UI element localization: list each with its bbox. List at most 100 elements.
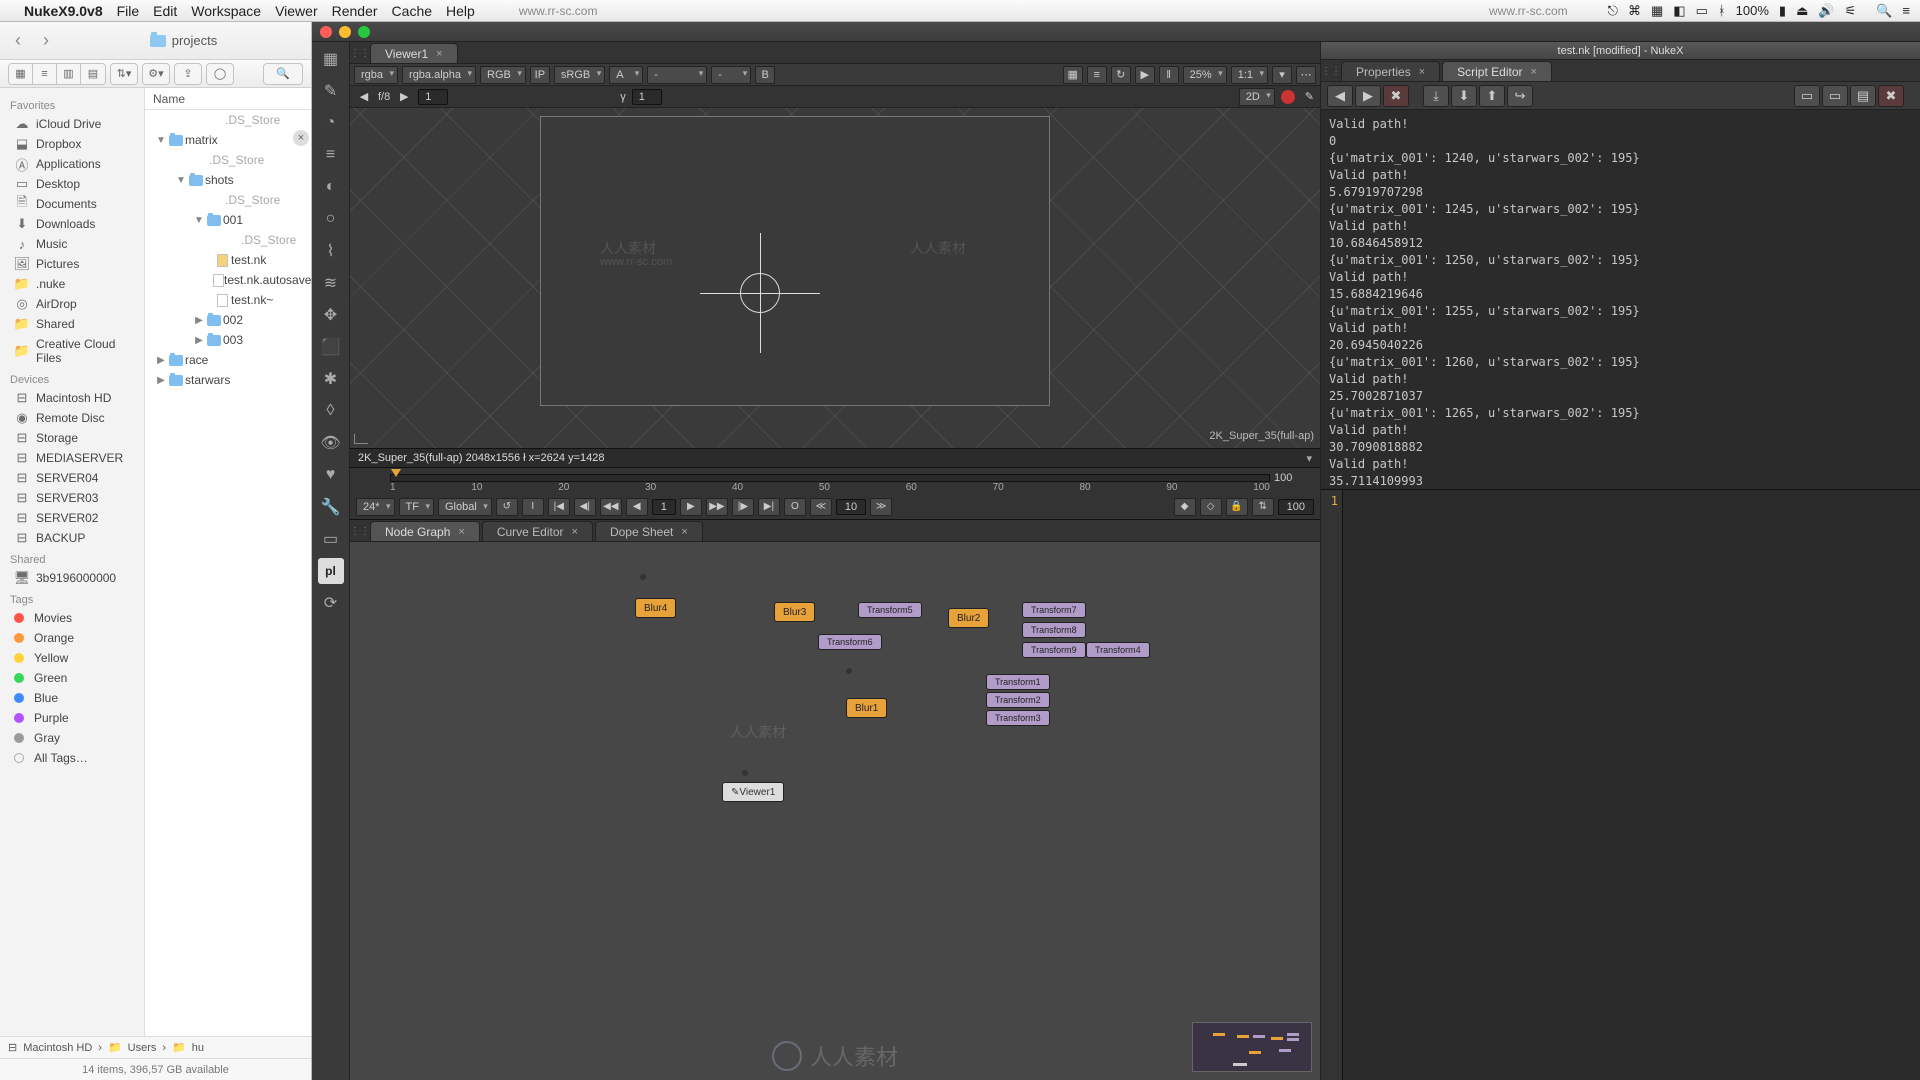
tool-toolsets-icon[interactable]: 🔧: [318, 494, 344, 520]
b-slot-dropdown[interactable]: -: [711, 66, 751, 84]
menu-workspace[interactable]: Workspace: [191, 3, 261, 19]
step-field[interactable]: 10: [836, 499, 866, 515]
show-output-icon[interactable]: ▭: [1794, 85, 1820, 107]
sidebar-item-icloud[interactable]: ☁iCloud Drive: [0, 114, 144, 134]
step-forward-frame-icon[interactable]: |▶: [732, 498, 754, 516]
menu-render[interactable]: Render: [332, 3, 378, 19]
tool-particles-icon[interactable]: ✱: [318, 366, 344, 392]
pause-icon[interactable]: ‖: [1159, 66, 1179, 84]
tab-properties[interactable]: Properties×: [1341, 61, 1440, 81]
folder-starwars[interactable]: ▶starwars: [145, 370, 311, 390]
sidebar-tag[interactable]: Blue: [0, 688, 144, 708]
battery-icon[interactable]: ▮: [1779, 3, 1786, 19]
action-button[interactable]: ⚙▾: [142, 63, 170, 85]
tool-deep-icon[interactable]: ◊: [318, 398, 344, 424]
load-script-icon[interactable]: ⬇: [1451, 85, 1477, 107]
prev-script-icon[interactable]: ◀: [1327, 85, 1353, 107]
ratio-dropdown[interactable]: 1:1: [1231, 66, 1268, 84]
tab-drag-handle[interactable]: ⋮⋮: [354, 43, 366, 63]
show-both-icon[interactable]: ▤: [1850, 85, 1876, 107]
chevron-down-icon[interactable]: ▾: [1306, 452, 1312, 465]
node-blur4[interactable]: Blur4: [635, 598, 676, 618]
tab-script-editor[interactable]: Script Editor×: [1442, 61, 1552, 81]
script-editor-area[interactable]: [1343, 490, 1920, 1080]
icon-view-button[interactable]: ▦: [9, 64, 33, 84]
sidebar-tag[interactable]: Yellow: [0, 648, 144, 668]
mode-dropdown[interactable]: 2D: [1239, 88, 1275, 106]
sidebar-tag[interactable]: Movies: [0, 608, 144, 628]
tab-drag-handle[interactable]: ⋮⋮: [354, 521, 366, 541]
step-back-frame-icon[interactable]: ◀|: [574, 498, 596, 516]
in-point-button[interactable]: I: [522, 498, 544, 516]
sidebar-item-server02[interactable]: ⊟SERVER02: [0, 508, 144, 528]
folder-race[interactable]: ▶race: [145, 350, 311, 370]
node-transform8[interactable]: Transform8: [1022, 622, 1086, 638]
wifi-icon[interactable]: ⚟: [1845, 3, 1857, 19]
tray-icon[interactable]: ⎋: [1608, 3, 1618, 19]
script-input[interactable]: 1: [1321, 490, 1920, 1080]
node-transform6[interactable]: Transform6: [818, 634, 882, 650]
tags-button[interactable]: ◯: [206, 63, 234, 85]
layer-dropdown[interactable]: rgba: [354, 66, 398, 84]
timeline-track[interactable]: [390, 474, 1270, 482]
node-transform4[interactable]: Transform4: [1086, 642, 1150, 658]
tab-drag-handle[interactable]: ⋮⋮: [1325, 61, 1337, 81]
node-blur3[interactable]: Blur3: [774, 602, 815, 622]
node-transform2[interactable]: Transform2: [986, 692, 1050, 708]
column-header-name[interactable]: Name: [145, 88, 311, 110]
tab-curve-editor[interactable]: Curve Editor×: [482, 521, 593, 541]
close-icon[interactable]: ×: [1419, 66, 1425, 78]
show-input-icon[interactable]: ▭: [1822, 85, 1848, 107]
tool-transform-icon[interactable]: ✥: [318, 302, 344, 328]
folder-003[interactable]: ▶003: [145, 330, 311, 350]
sidebar-item-nuke[interactable]: 📁.nuke: [0, 274, 144, 294]
finder-forward-button[interactable]: ›: [36, 31, 56, 51]
tool-3d-icon[interactable]: ⬛: [318, 334, 344, 360]
view-mode-segment[interactable]: ▦ ≡ ▥ ▤: [8, 63, 106, 85]
wipe-dropdown[interactable]: -: [647, 66, 707, 84]
sidebar-item-airdrop[interactable]: ◎AirDrop: [0, 294, 144, 314]
column-view-button[interactable]: ▥: [57, 64, 81, 84]
finder-search[interactable]: 🔍: [263, 63, 303, 85]
node-graph-minimap[interactable]: [1192, 1022, 1312, 1072]
file-autosave[interactable]: test.nk.autosave: [145, 270, 311, 290]
tool-channel-icon[interactable]: ≡: [318, 142, 344, 168]
key-icon[interactable]: ◆: [1174, 498, 1196, 516]
sidebar-tag[interactable]: All Tags…: [0, 748, 144, 768]
sidebar-item-desktop[interactable]: ▭Desktop: [0, 174, 144, 194]
finder-pathbar[interactable]: ⊟Macintosh HD› 📁Users› 📁hu: [0, 1036, 311, 1058]
goto-end-icon[interactable]: ▶|: [758, 498, 780, 516]
tray-icon[interactable]: ◧: [1673, 3, 1685, 19]
lut-dropdown[interactable]: sRGB: [554, 66, 605, 84]
gamma-field[interactable]: 1: [632, 89, 662, 105]
tray-icon[interactable]: ⌘: [1628, 3, 1641, 19]
sidebar-item-mac-hd[interactable]: ⊟Macintosh HD: [0, 388, 144, 408]
step-back-icon[interactable]: ◀◀: [600, 498, 622, 516]
list-view-button[interactable]: ≡: [33, 64, 57, 84]
node-transform5[interactable]: Transform5: [858, 602, 922, 618]
current-frame-field[interactable]: 1: [652, 499, 676, 515]
sidebar-item-shared[interactable]: 📁Shared: [0, 314, 144, 334]
tray-icon[interactable]: ▦: [1651, 3, 1663, 19]
refresh-icon[interactable]: ↻: [1111, 66, 1131, 84]
source-script-icon[interactable]: ⤓: [1423, 85, 1449, 107]
tool-color-icon[interactable]: ◐: [318, 174, 344, 200]
script-output[interactable]: Valid path! 0 {u'matrix_001': 1240, u'st…: [1321, 110, 1920, 490]
overscan-icon[interactable]: ▾: [1272, 66, 1292, 84]
window-minimize-button[interactable]: [339, 26, 351, 38]
sidebar-tag[interactable]: Orange: [0, 628, 144, 648]
tool-merge-icon[interactable]: ≋: [318, 270, 344, 296]
finder-file-list[interactable]: Name .DS_Store ▼matrix× .DS_Store ▼shots…: [145, 88, 311, 1036]
timeline-end-field[interactable]: 100: [1274, 472, 1314, 484]
lock-icon[interactable]: 🔒: [1226, 498, 1248, 516]
volume-icon[interactable]: 🔊: [1818, 3, 1834, 19]
range-dropdown[interactable]: Global: [438, 498, 492, 516]
tool-keyer-icon[interactable]: ⌇: [318, 238, 344, 264]
share-button[interactable]: ⇪: [174, 63, 202, 85]
sidebar-item-downloads[interactable]: ⬇Downloads: [0, 214, 144, 234]
play-forward-icon[interactable]: ▶: [680, 498, 702, 516]
tool-time-icon[interactable]: ◔: [318, 110, 344, 136]
node-transform1[interactable]: Transform1: [986, 674, 1050, 690]
prev-button[interactable]: ◀: [356, 89, 372, 105]
node-transform3[interactable]: Transform3: [986, 710, 1050, 726]
